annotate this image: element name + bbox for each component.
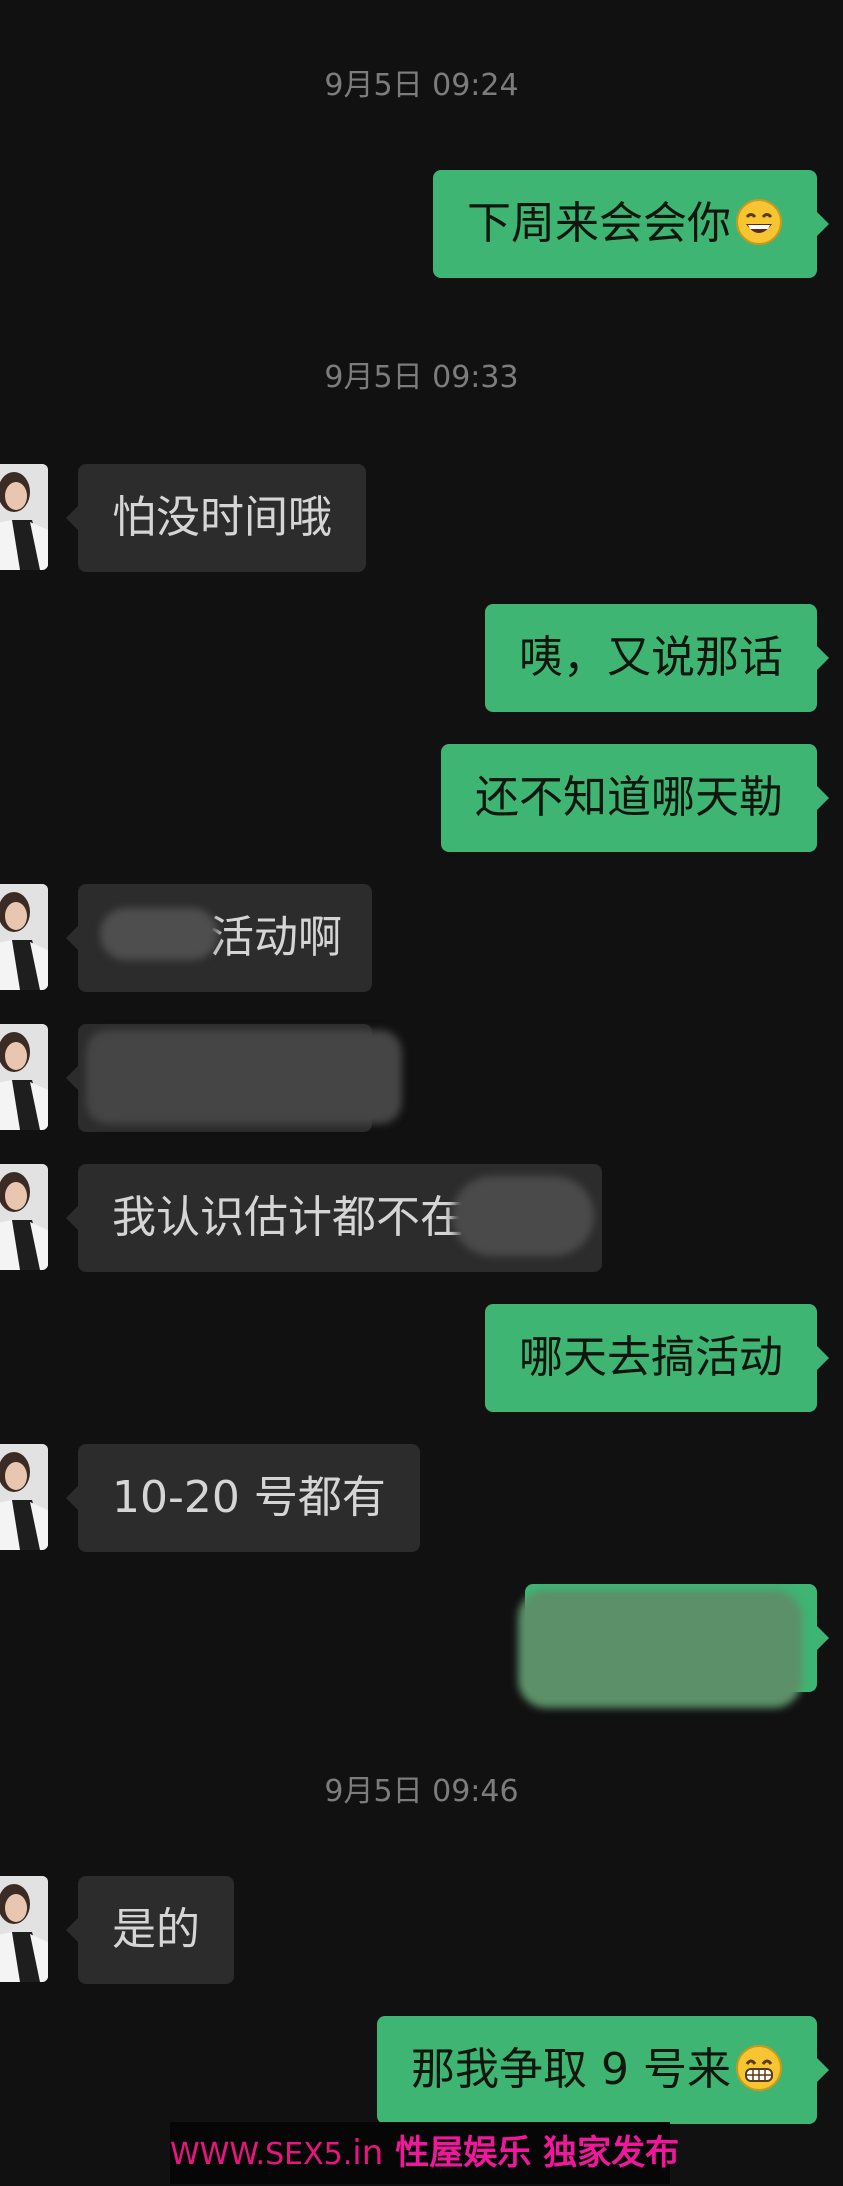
incoming-message[interactable]: 10-20 号都有 [66,1444,420,1552]
outgoing-message[interactable]: 哪天去搞活动 [485,1304,829,1412]
message-text: 是的 [112,1904,200,1955]
avatar-photo-icon [0,1444,48,1550]
chat-screen[interactable]: { "timestamps": ["9月5日 09:24", "9月5日 09:… [0,0,843,2184]
watermark-site: WWW.SEX5. [170,2137,353,2172]
avatar-photo-icon [0,1024,48,1130]
contact-avatar[interactable] [0,1164,48,1270]
outgoing-message[interactable]: 还不知道哪天勒 [441,744,829,852]
contact-avatar[interactable] [0,1876,48,1982]
avatar-photo-icon [0,1164,48,1270]
watermark-banner: WWW.SEX5.in 性屋娱乐 独家发布 [170,2122,679,2184]
contact-avatar[interactable] [0,884,48,990]
watermark-text: 性屋娱乐 独家发布 [395,2133,680,2173]
message-text: 下周来会会你 [467,198,731,249]
avatar-photo-icon [0,464,48,570]
message-text: 我认识估计都不在 [112,1192,464,1243]
redaction-blur [452,1176,594,1256]
grinning-face-emoji-icon [736,199,782,245]
message-text: 怕没时间哦 [112,492,332,543]
redaction-blur [100,908,218,960]
contact-avatar[interactable] [0,1024,48,1130]
redaction-blur [86,1030,402,1124]
watermark-domain-suffix: in [352,2133,384,2173]
outgoing-message[interactable]: 下周来会会你 [433,170,829,278]
message-text: 还不知道哪天勒 [475,772,783,823]
incoming-message[interactable]: 怕没时间哦 [66,464,366,572]
timestamp: 9月5日 09:46 [324,1774,519,1809]
timestamp: 9月5日 09:24 [324,68,519,103]
message-text: 咦，又说那话 [519,632,783,683]
timestamp: 9月5日 09:33 [324,360,519,395]
message-text: 那我争取 9 号来 [411,2044,731,2095]
avatar-photo-icon [0,884,48,990]
grinning-teeth-emoji-icon [736,2045,782,2091]
outgoing-message[interactable]: 那我争取 9 号来 [377,2016,829,2124]
contact-avatar[interactable] [0,1444,48,1550]
incoming-message[interactable]: 是的 [66,1876,234,1984]
message-text: 10-20 号都有 [112,1472,386,1523]
outgoing-message[interactable]: 咦，又说那话 [485,604,829,712]
avatar-photo-icon [0,1876,48,1982]
message-text: 活动啊 [210,912,342,963]
message-text: 哪天去搞活动 [519,1332,783,1383]
contact-avatar[interactable] [0,464,48,570]
redaction-blur [518,1590,802,1708]
